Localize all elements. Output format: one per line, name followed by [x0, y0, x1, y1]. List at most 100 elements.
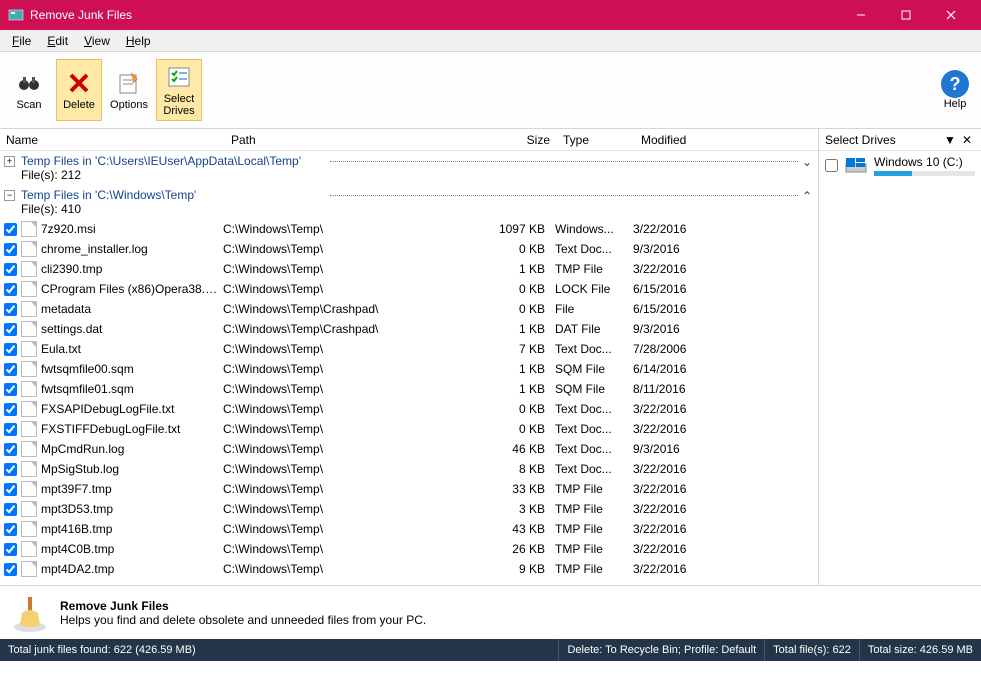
file-checkbox[interactable]: [4, 223, 17, 236]
file-size: 33 KB: [485, 482, 555, 496]
file-row[interactable]: CProgram Files (x86)Opera38.0.22... C:\W…: [0, 279, 818, 299]
drive-checkbox[interactable]: [825, 159, 838, 172]
file-icon: [21, 381, 37, 397]
file-checkbox[interactable]: [4, 543, 17, 556]
scan-button[interactable]: Scan: [6, 59, 52, 121]
file-name: metadata: [41, 302, 223, 316]
file-size: 1 KB: [485, 362, 555, 376]
col-path[interactable]: Path: [225, 133, 487, 147]
file-path: C:\Windows\Temp\: [223, 502, 485, 516]
file-checkbox[interactable]: [4, 363, 17, 376]
col-type[interactable]: Type: [557, 133, 635, 147]
file-type: Text Doc...: [555, 462, 633, 476]
menu-edit[interactable]: Edit: [39, 32, 76, 50]
options-button[interactable]: Options: [106, 59, 152, 121]
file-modified: 8/11/2016: [633, 382, 733, 396]
menu-file[interactable]: File: [4, 32, 39, 50]
file-path: C:\Windows\Temp\: [223, 362, 485, 376]
expander-icon[interactable]: +: [4, 156, 15, 167]
file-checkbox[interactable]: [4, 283, 17, 296]
maximize-button[interactable]: [883, 0, 928, 30]
file-row[interactable]: mpt4C0B.tmp C:\Windows\Temp\ 26 KB TMP F…: [0, 539, 818, 559]
file-list[interactable]: + Temp Files in 'C:\Users\IEUser\AppData…: [0, 151, 818, 585]
close-panel-icon[interactable]: ✕: [959, 133, 975, 147]
file-checkbox[interactable]: [4, 263, 17, 276]
file-checkbox[interactable]: [4, 423, 17, 436]
file-type: Text Doc...: [555, 402, 633, 416]
drive-item[interactable]: Windows 10 (C:): [819, 151, 981, 180]
info-footer: Remove Junk Files Helps you find and del…: [0, 585, 981, 639]
file-type: DAT File: [555, 322, 633, 336]
group-header[interactable]: − Temp Files in 'C:\Windows\Temp'File(s)…: [0, 185, 818, 219]
file-icon: [21, 321, 37, 337]
col-modified[interactable]: Modified: [635, 133, 735, 147]
file-checkbox[interactable]: [4, 383, 17, 396]
file-name: MpCmdRun.log: [41, 442, 223, 456]
file-row[interactable]: mpt4DA2.tmp C:\Windows\Temp\ 9 KB TMP Fi…: [0, 559, 818, 579]
file-checkbox[interactable]: [4, 523, 17, 536]
file-row[interactable]: mpt3D53.tmp C:\Windows\Temp\ 3 KB TMP Fi…: [0, 499, 818, 519]
file-checkbox[interactable]: [4, 243, 17, 256]
drive-label: Windows 10 (C:): [874, 155, 975, 169]
file-checkbox[interactable]: [4, 563, 17, 576]
file-checkbox[interactable]: [4, 483, 17, 496]
expander-icon[interactable]: −: [4, 190, 15, 201]
col-size[interactable]: Size: [487, 133, 557, 147]
file-checkbox[interactable]: [4, 503, 17, 516]
file-row[interactable]: chrome_installer.log C:\Windows\Temp\ 0 …: [0, 239, 818, 259]
select-drives-button[interactable]: Select Drives: [156, 59, 202, 121]
file-path: C:\Windows\Temp\: [223, 442, 485, 456]
col-name[interactable]: Name: [0, 133, 225, 147]
file-modified: 6/15/2016: [633, 302, 733, 316]
file-path: C:\Windows\Temp\: [223, 402, 485, 416]
file-row[interactable]: mpt39F7.tmp C:\Windows\Temp\ 33 KB TMP F…: [0, 479, 818, 499]
file-row[interactable]: 7z920.msi C:\Windows\Temp\ 1097 KB Windo…: [0, 219, 818, 239]
menu-view[interactable]: View: [76, 32, 118, 50]
file-checkbox[interactable]: [4, 343, 17, 356]
group-header[interactable]: + Temp Files in 'C:\Users\IEUser\AppData…: [0, 151, 818, 185]
file-row[interactable]: cli2390.tmp C:\Windows\Temp\ 1 KB TMP Fi…: [0, 259, 818, 279]
file-icon: [21, 521, 37, 537]
delete-x-icon: [65, 69, 93, 97]
file-checkbox[interactable]: [4, 323, 17, 336]
file-row[interactable]: settings.dat C:\Windows\Temp\Crashpad\ 1…: [0, 319, 818, 339]
file-row[interactable]: MpCmdRun.log C:\Windows\Temp\ 46 KB Text…: [0, 439, 818, 459]
file-checkbox[interactable]: [4, 403, 17, 416]
file-row[interactable]: fwtsqmfile01.sqm C:\Windows\Temp\ 1 KB S…: [0, 379, 818, 399]
file-icon: [21, 501, 37, 517]
file-row[interactable]: metadata C:\Windows\Temp\Crashpad\ 0 KB …: [0, 299, 818, 319]
help-button[interactable]: ? Help: [935, 70, 975, 110]
menu-help[interactable]: Help: [118, 32, 159, 50]
file-icon: [21, 241, 37, 257]
status-bar: Total junk files found: 622 (426.59 MB) …: [0, 639, 981, 661]
file-row[interactable]: MpSigStub.log C:\Windows\Temp\ 8 KB Text…: [0, 459, 818, 479]
file-icon: [21, 341, 37, 357]
delete-button[interactable]: Delete: [56, 59, 102, 121]
checklist-icon: [165, 63, 193, 91]
dropdown-icon[interactable]: ▼: [941, 133, 959, 147]
status-total-size: Total size: 426.59 MB: [859, 639, 981, 661]
file-row[interactable]: FXSAPIDebugLogFile.txt C:\Windows\Temp\ …: [0, 399, 818, 419]
file-row[interactable]: Eula.txt C:\Windows\Temp\ 7 KB Text Doc.…: [0, 339, 818, 359]
file-checkbox[interactable]: [4, 463, 17, 476]
close-button[interactable]: [928, 0, 973, 30]
file-modified: 3/22/2016: [633, 222, 733, 236]
file-type: SQM File: [555, 382, 633, 396]
file-size: 7 KB: [485, 342, 555, 356]
status-total-files: Total file(s): 622: [764, 639, 859, 661]
chevron-icon[interactable]: ⌃: [802, 189, 812, 203]
minimize-button[interactable]: [838, 0, 883, 30]
file-size: 0 KB: [485, 302, 555, 316]
chevron-icon[interactable]: ⌄: [802, 155, 812, 169]
file-icon: [21, 281, 37, 297]
file-checkbox[interactable]: [4, 443, 17, 456]
file-path: C:\Windows\Temp\: [223, 342, 485, 356]
file-name: mpt39F7.tmp: [41, 482, 223, 496]
file-checkbox[interactable]: [4, 303, 17, 316]
file-row[interactable]: fwtsqmfile00.sqm C:\Windows\Temp\ 1 KB S…: [0, 359, 818, 379]
file-size: 1097 KB: [485, 222, 555, 236]
file-row[interactable]: FXSTIFFDebugLogFile.txt C:\Windows\Temp\…: [0, 419, 818, 439]
file-path: C:\Windows\Temp\: [223, 522, 485, 536]
file-row[interactable]: mpt416B.tmp C:\Windows\Temp\ 43 KB TMP F…: [0, 519, 818, 539]
file-name: mpt3D53.tmp: [41, 502, 223, 516]
